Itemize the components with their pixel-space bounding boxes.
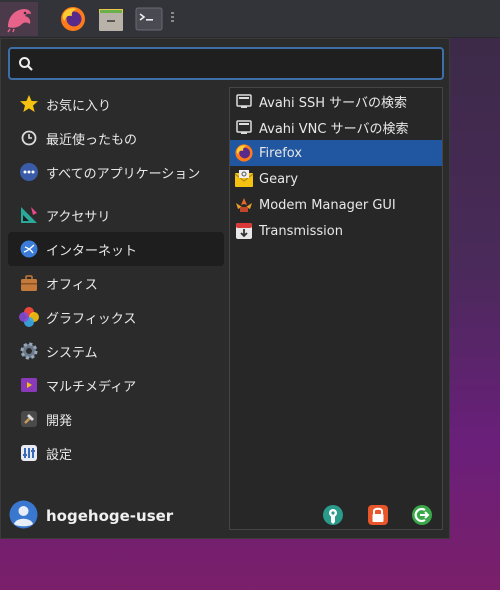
category-label: 開発 [46, 413, 73, 429]
category-label: お気に入り [46, 98, 112, 114]
app-label: Avahi VNC サーバの検索 [259, 121, 409, 137]
office-icon [18, 272, 40, 294]
avatar[interactable] [9, 500, 38, 529]
star-icon [18, 93, 40, 115]
file-cabinet-icon [99, 9, 123, 31]
category-label: すべてのアプリケーション [46, 166, 201, 182]
app-transmission[interactable]: Transmission [230, 218, 442, 244]
settings-icon [18, 442, 40, 464]
accessories-icon [18, 204, 40, 226]
category-internet[interactable]: インターネット [8, 232, 224, 266]
internet-icon [18, 238, 40, 260]
category-label: グラフィックス [46, 311, 137, 327]
network-icon [234, 117, 254, 137]
app-label: Avahi SSH サーバの検索 [259, 95, 408, 111]
app-modem-manager-gui[interactable]: Modem Manager GUI [230, 192, 442, 218]
clock-icon [18, 127, 40, 149]
category-office[interactable]: オフィス [8, 266, 224, 300]
category-label: アクセサリ [46, 209, 111, 225]
category-label: 最近使ったもの [46, 132, 138, 148]
graphics-icon [18, 306, 40, 328]
settings-manager-button[interactable] [322, 504, 344, 526]
top-panel [0, 0, 500, 38]
development-icon [18, 408, 40, 430]
panel-file-manager-launcher[interactable] [94, 2, 128, 36]
category-all-applications[interactable]: すべてのアプリケーション [8, 155, 224, 189]
category-development[interactable]: 開発 [8, 402, 224, 436]
category-multimedia[interactable]: マルチメディア [8, 368, 224, 402]
transmission-icon [234, 221, 254, 241]
network-icon [234, 91, 254, 111]
application-list: Avahi SSH サーバの検索 Avahi VNC サーバの検索 Firefo… [229, 87, 443, 530]
category-recent[interactable]: 最近使ったもの [8, 121, 224, 155]
all-apps-icon [18, 161, 40, 183]
logout-button[interactable] [411, 504, 433, 526]
category-label: インターネット [46, 243, 138, 259]
mail-icon [234, 169, 254, 189]
search-input[interactable] [40, 53, 436, 75]
whisker-menu-button[interactable] [0, 2, 38, 36]
app-label: Firefox [259, 145, 303, 161]
app-avahi-ssh[interactable]: Avahi SSH サーバの検索 [230, 88, 442, 114]
category-label: システム [46, 345, 98, 361]
app-label: Transmission [259, 223, 343, 239]
app-avahi-vnc[interactable]: Avahi VNC サーバの検索 [230, 114, 442, 140]
search-box[interactable] [8, 47, 444, 80]
firefox-icon [234, 143, 254, 163]
system-icon [18, 340, 40, 362]
category-list: お気に入り 最近使ったもの すべてのアプリケーション アクセサリ インターネット… [8, 87, 224, 470]
whisker-mouse-icon [7, 9, 31, 33]
modem-icon [234, 195, 254, 215]
category-graphics[interactable]: グラフィックス [8, 300, 224, 334]
menu-footer: hogehoge-user [1, 495, 451, 540]
panel-firefox-launcher[interactable] [56, 2, 90, 36]
category-label: マルチメディア [46, 379, 137, 395]
app-geary[interactable]: Geary [230, 166, 442, 192]
panel-terminal-launcher[interactable] [132, 2, 166, 36]
app-label: Geary [259, 171, 299, 187]
category-label: オフィス [46, 277, 98, 293]
panel-separator-handle[interactable] [171, 12, 174, 24]
category-accessories[interactable]: アクセサリ [8, 198, 224, 232]
terminal-icon [135, 7, 163, 31]
category-settings[interactable]: 設定 [8, 436, 224, 470]
category-system[interactable]: システム [8, 334, 224, 368]
lock-screen-button[interactable] [367, 504, 389, 526]
app-label: Modem Manager GUI [259, 197, 396, 213]
firefox-icon [61, 7, 85, 31]
username: hogehoge-user [46, 507, 174, 525]
multimedia-icon [18, 374, 40, 396]
category-favorites[interactable]: お気に入り [8, 87, 224, 121]
category-separator [8, 189, 224, 198]
search-icon [19, 57, 33, 71]
app-firefox[interactable]: Firefox [230, 140, 442, 166]
category-label: 設定 [46, 447, 73, 463]
application-menu: お気に入り 最近使ったもの すべてのアプリケーション アクセサリ インターネット… [0, 38, 450, 539]
